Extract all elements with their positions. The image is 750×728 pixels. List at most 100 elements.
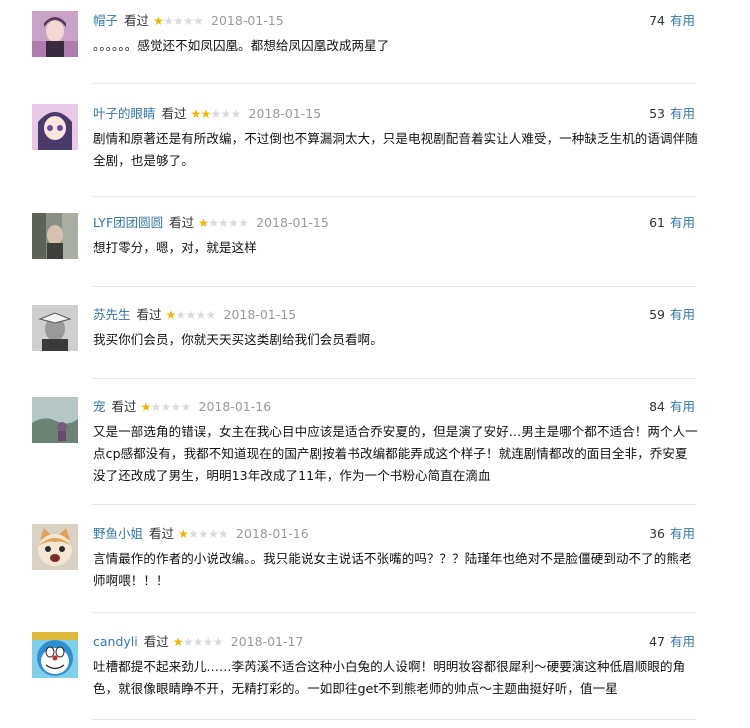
vote-count: 84: [649, 399, 665, 414]
vote-area: 84 有用: [649, 397, 695, 417]
star-filled-icon: ★: [190, 107, 202, 121]
star-empty-icon: ★: [228, 216, 239, 230]
comment-meta: 帽子 看过 ★ ★ ★ ★ ★ 2018-01-15: [93, 11, 284, 31]
comment-meta: 野鱼小姐 看过 ★ ★ ★ ★ ★ 2018-01-16: [93, 524, 309, 544]
star-empty-icon: ★: [185, 308, 197, 322]
comment-text: 言情最作的作者的小说改编。。我只能说女主说话不张嘴的吗？？？陆瑾年也绝对不是脸僵…: [93, 551, 692, 588]
username-link[interactable]: 帽子: [93, 11, 118, 31]
avatar-anime-girl-icon[interactable]: [32, 104, 78, 150]
comment-date: 2018-01-15: [223, 307, 297, 322]
comment-text: 吐槽都提不起来劲儿……李芮溪不适合这种小白兔的人设啊！明明妆容都很犀利～硬要演这…: [93, 659, 686, 696]
username-link[interactable]: 野鱼小姐: [93, 524, 143, 544]
username-link[interactable]: 宠: [93, 397, 106, 417]
comment-date: 2018-01-16: [198, 399, 272, 414]
star-empty-icon: ★: [238, 216, 249, 230]
star-empty-icon: ★: [205, 308, 217, 322]
star-empty-icon: ★: [193, 14, 204, 28]
star-rating: ★ ★ ★ ★ ★: [190, 107, 242, 121]
comment-meta: 叶子的眼睛 看过 ★ ★ ★ ★ ★ 2018-01-15: [93, 104, 321, 124]
star-empty-icon: ★: [170, 400, 182, 414]
comment-meta: candyli 看过 ★ ★ ★ ★ ★ 2018-01-17: [93, 632, 303, 652]
star-empty-icon: ★: [202, 635, 214, 649]
comment-meta: 宠 看过 ★ ★ ★ ★ ★ 2018-01-16: [93, 397, 271, 417]
star-filled-icon: ★: [172, 635, 184, 649]
divider: [92, 83, 696, 84]
vote-count: 61: [649, 215, 665, 230]
avatar-photo-icon[interactable]: [32, 213, 78, 259]
star-rating: ★ ★ ★ ★ ★: [153, 14, 204, 28]
vote-area: 47 有用: [649, 632, 695, 652]
star-empty-icon: ★: [188, 527, 199, 541]
vote-count: 47: [649, 634, 665, 649]
star-filled-icon: ★: [165, 308, 177, 322]
useful-button[interactable]: 有用: [670, 399, 695, 414]
avatar-cat-icon[interactable]: [32, 524, 78, 570]
star-empty-icon: ★: [183, 14, 194, 28]
star-rating: ★ ★ ★ ★ ★: [172, 635, 224, 649]
star-empty-icon: ★: [230, 107, 242, 121]
useful-button[interactable]: 有用: [670, 106, 695, 121]
star-empty-icon: ★: [218, 527, 229, 541]
avatar-landscape-icon[interactable]: [32, 397, 78, 443]
watch-status: 看过: [111, 399, 137, 414]
comment-text: 想打零分，嗯，对，就是这样: [93, 240, 257, 255]
watch-status: 看过: [136, 307, 162, 322]
star-filled-icon: ★: [178, 527, 189, 541]
star-empty-icon: ★: [220, 107, 232, 121]
divider: [92, 719, 696, 720]
star-empty-icon: ★: [208, 527, 219, 541]
avatar-man-book-icon[interactable]: [32, 305, 78, 351]
vote-count: 53: [649, 106, 665, 121]
star-rating: ★ ★ ★ ★ ★: [198, 216, 249, 230]
avatar-doraemon-icon[interactable]: [32, 632, 78, 678]
star-rating: ★ ★ ★ ★ ★: [140, 400, 192, 414]
comment-date: 2018-01-15: [248, 106, 322, 121]
comment-text: 剧情和原著还是有所改编，不过倒也不算漏洞太大，只是电视剧配音着实让人难受，一种缺…: [93, 131, 698, 168]
comment-text: 我买你们会员，你就天天买这类剧给我们会员看啊。: [93, 332, 383, 347]
watch-status: 看过: [161, 106, 187, 121]
watch-status: 看过: [169, 215, 195, 230]
useful-button[interactable]: 有用: [670, 526, 695, 541]
star-empty-icon: ★: [212, 635, 224, 649]
star-empty-icon: ★: [210, 107, 222, 121]
divider: [92, 286, 696, 287]
star-empty-icon: ★: [163, 14, 174, 28]
comment-text: 。。。。。。感觉还不如凤囚凰。都想给凤囚凰改成两星了: [93, 38, 390, 53]
star-empty-icon: ★: [175, 308, 187, 322]
watch-status: 看过: [143, 634, 169, 649]
comment-date: 2018-01-15: [256, 215, 329, 230]
comment-date: 2018-01-17: [230, 634, 304, 649]
useful-button[interactable]: 有用: [670, 307, 695, 322]
star-empty-icon: ★: [195, 308, 207, 322]
star-empty-icon: ★: [208, 216, 219, 230]
star-empty-icon: ★: [180, 400, 192, 414]
vote-area: 59 有用: [649, 305, 695, 325]
useful-button[interactable]: 有用: [670, 215, 695, 230]
vote-area: 74 有用: [649, 11, 695, 31]
vote-area: 61 有用: [649, 213, 695, 233]
comment-date: 2018-01-15: [211, 13, 284, 28]
star-filled-icon: ★: [200, 107, 212, 121]
watch-status: 看过: [124, 13, 150, 28]
star-filled-icon: ★: [153, 14, 164, 28]
useful-button[interactable]: 有用: [670, 13, 695, 28]
star-empty-icon: ★: [198, 527, 209, 541]
star-filled-icon: ★: [140, 400, 152, 414]
comment-meta: 苏先生 看过 ★ ★ ★ ★ ★ 2018-01-15: [93, 305, 296, 325]
divider: [92, 504, 696, 505]
useful-button[interactable]: 有用: [670, 634, 695, 649]
username-link[interactable]: 苏先生: [93, 305, 131, 325]
vote-area: 36 有用: [649, 524, 695, 544]
username-link[interactable]: LYF团团圆圆: [93, 213, 163, 233]
username-link[interactable]: 叶子的眼睛: [93, 104, 156, 124]
star-rating: ★ ★ ★ ★ ★: [165, 308, 217, 322]
star-rating: ★ ★ ★ ★ ★: [178, 527, 229, 541]
username-link[interactable]: candyli: [93, 632, 138, 652]
vote-area: 53 有用: [649, 104, 695, 124]
vote-count: 36: [649, 526, 665, 541]
avatar-person-purple-icon[interactable]: [32, 11, 78, 57]
star-filled-icon: ★: [198, 216, 209, 230]
divider: [92, 612, 696, 613]
comment-meta: LYF团团圆圆 看过 ★ ★ ★ ★ ★ 2018-01-15: [93, 213, 329, 233]
star-empty-icon: ★: [182, 635, 194, 649]
